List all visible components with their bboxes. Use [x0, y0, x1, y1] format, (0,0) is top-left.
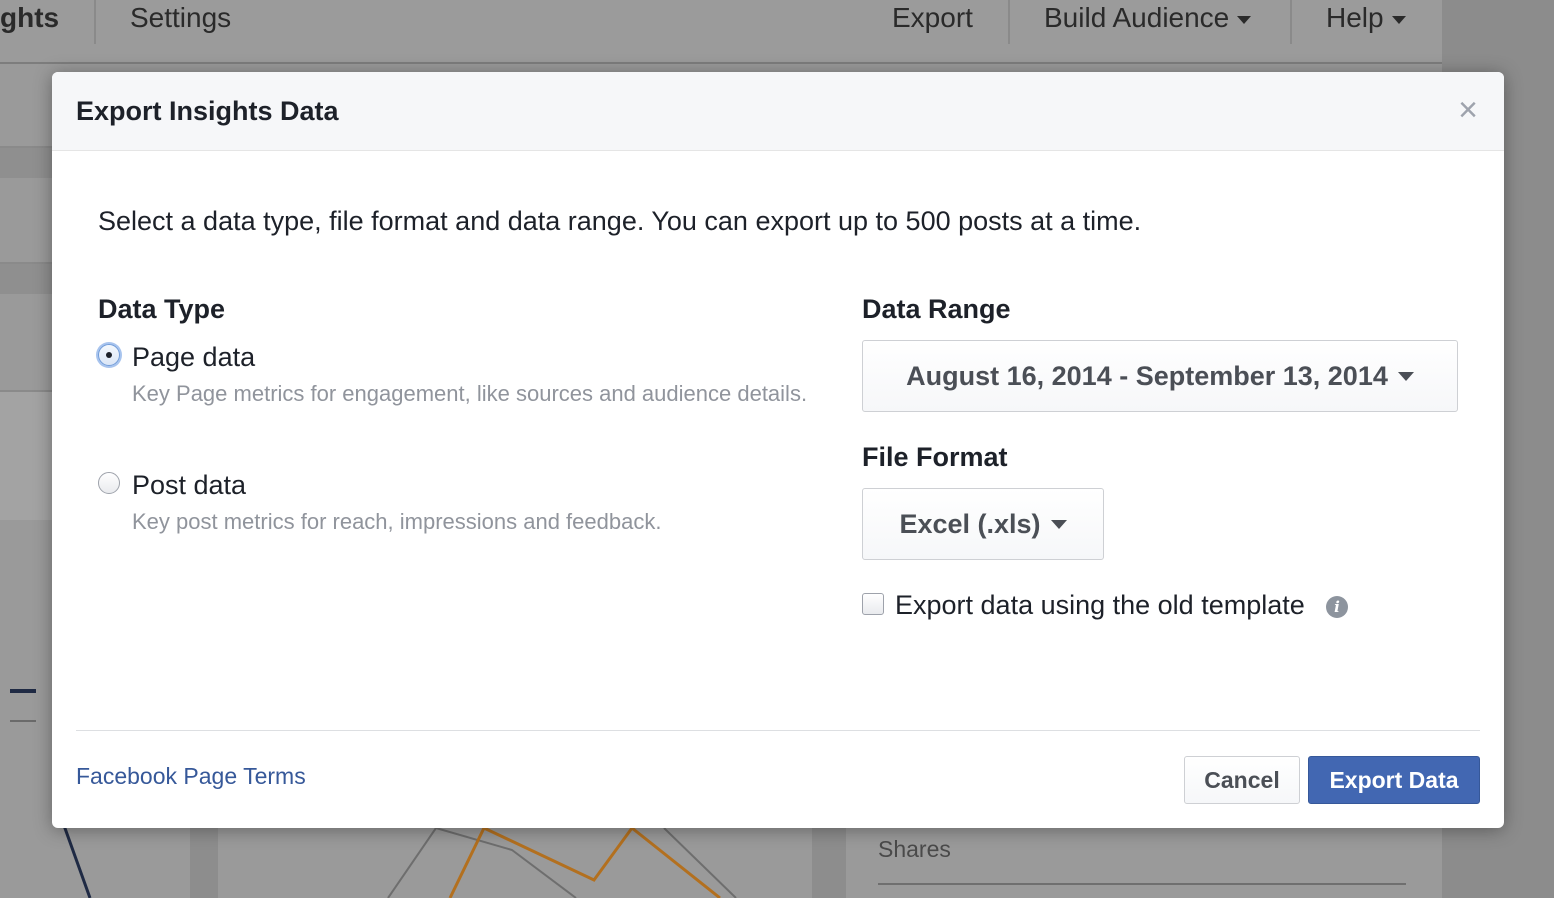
chevron-down-icon: [1237, 15, 1252, 24]
old-template-checkbox[interactable]: [862, 593, 884, 615]
chart-line-dark: [63, 828, 92, 898]
divider: [878, 883, 1406, 885]
export-data-button[interactable]: Export Data: [1308, 756, 1480, 804]
export-insights-dialog: Export Insights Data × Select a data typ…: [52, 72, 1504, 828]
file-format-dropdown[interactable]: Excel (.xls): [862, 488, 1104, 560]
data-range-heading: Data Range: [862, 294, 1011, 324]
post-data-radio[interactable]: [98, 472, 120, 494]
info-icon[interactable]: i: [1326, 596, 1348, 618]
cancel-button[interactable]: Cancel: [1184, 756, 1300, 804]
help-label: Help: [1326, 2, 1384, 33]
data-range-value: August 16, 2014 - September 13, 2014: [906, 360, 1388, 391]
build-audience-label: Build Audience: [1044, 2, 1230, 33]
sidebar-block: [0, 262, 52, 294]
page-data-radio[interactable]: [98, 344, 120, 366]
tab-settings[interactable]: Settings: [130, 2, 231, 34]
chevron-down-icon: [1391, 15, 1406, 24]
facebook-page-terms-link[interactable]: Facebook Page Terms: [76, 763, 306, 790]
post-data-description: Key post metrics for reach, impressions …: [132, 509, 662, 534]
file-format-heading: File Format: [862, 442, 1008, 472]
build-audience-menu[interactable]: Build Audience: [1044, 2, 1252, 34]
page-data-label[interactable]: Page data: [132, 342, 255, 373]
chart-line-gray: [387, 828, 577, 898]
export-menu[interactable]: Export: [892, 2, 973, 34]
legend-swatch: [10, 689, 36, 693]
nav-divider: [1008, 0, 1010, 44]
dialog-title: Export Insights Data: [76, 96, 339, 126]
legend-swatch: [10, 720, 36, 722]
nav-divider: [1290, 0, 1292, 44]
chevron-down-icon: [1050, 519, 1067, 529]
old-template-label[interactable]: Export data using the old template: [895, 590, 1305, 621]
post-data-label[interactable]: Post data: [132, 470, 246, 501]
background-line-chart: [63, 828, 737, 898]
sidebar-block: [0, 146, 52, 178]
close-icon[interactable]: ×: [1454, 93, 1482, 127]
footer-divider: [76, 730, 1480, 731]
dialog-header: Export Insights Data ×: [52, 72, 1504, 151]
data-type-heading: Data Type: [98, 294, 226, 324]
tab-insights[interactable]: ghts: [0, 2, 59, 34]
nav-divider: [94, 0, 96, 44]
chevron-down-icon: [1397, 371, 1414, 381]
chart-line-orange: [448, 828, 721, 898]
file-format-value: Excel (.xls): [899, 508, 1041, 539]
help-menu[interactable]: Help: [1326, 2, 1406, 34]
page-data-description: Key Page metrics for engagement, like so…: [132, 381, 808, 406]
shares-label: Shares: [878, 836, 951, 862]
data-range-dropdown[interactable]: August 16, 2014 - September 13, 2014: [862, 340, 1458, 412]
sidebar-block: [0, 390, 52, 520]
dialog-intro-text: Select a data type, file format and data…: [98, 206, 1142, 236]
panel-divider: [812, 828, 846, 898]
page-top-nav: ghts Settings Export Build Audience Help: [0, 0, 1442, 64]
